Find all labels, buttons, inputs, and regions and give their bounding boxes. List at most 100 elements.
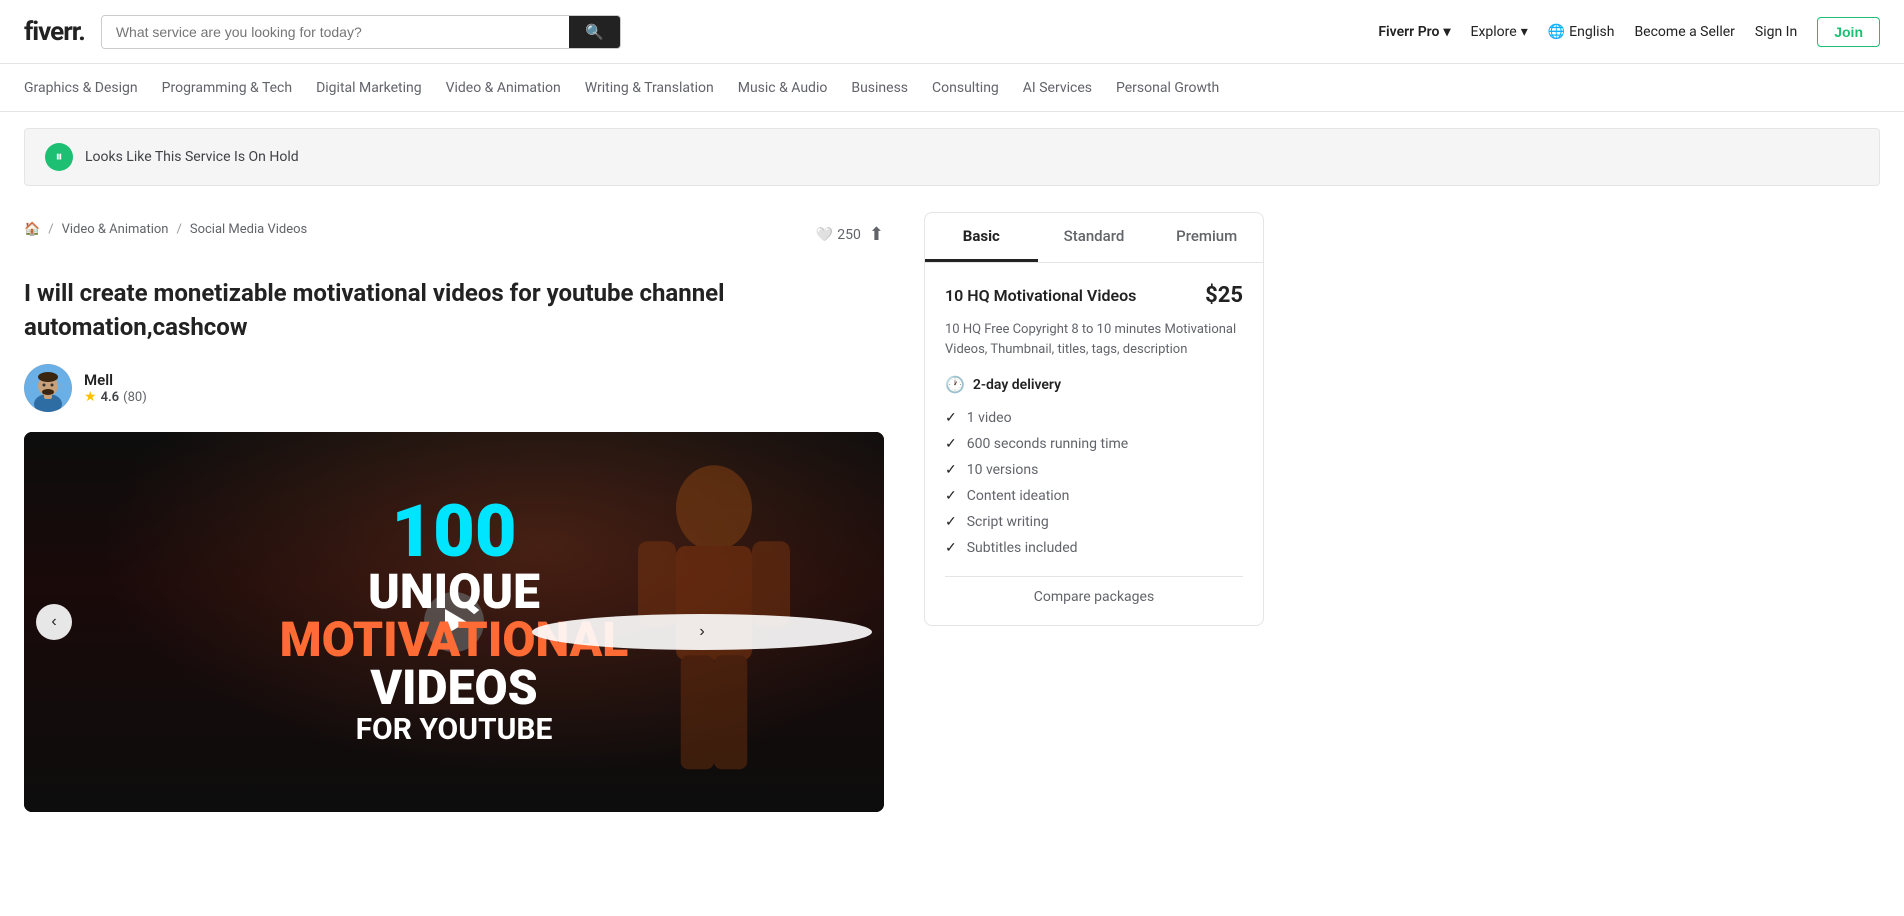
search-input[interactable] (102, 16, 569, 48)
package-content: 10 HQ Motivational Videos $25 10 HQ Free… (925, 263, 1263, 625)
banner-text: Looks Like This Service Is On Hold (85, 149, 299, 165)
header: fiverr. 🔍 Fiverr Pro ▾ Explore ▾ 🌐 Engli… (0, 0, 1904, 64)
feature-label: 600 seconds running time (967, 436, 1128, 452)
language-selector[interactable]: 🌐 English (1548, 24, 1615, 40)
feature-label: Content ideation (967, 488, 1070, 504)
gig-details: 🏠 / Video & Animation / Social Media Vid… (24, 202, 884, 812)
check-icon: ✓ (945, 540, 957, 556)
overlay-videos: VIDEOS (280, 664, 629, 712)
explore-link[interactable]: Explore ▾ (1470, 24, 1527, 40)
package-title: 10 HQ Motivational Videos (945, 286, 1136, 305)
seller-name[interactable]: Mell (84, 371, 147, 389)
feature-1-video: ✓ 1 video (945, 410, 1243, 426)
seller-row: Mell ★ 4.6 (80) (24, 364, 884, 412)
check-icon: ✓ (945, 410, 957, 426)
feature-label: Script writing (967, 514, 1049, 530)
feature-label: 10 versions (967, 462, 1039, 478)
heart-icon: 🤍 (816, 227, 833, 243)
breadcrumb: 🏠 / Video & Animation / Social Media Vid… (24, 222, 307, 237)
home-icon: 🏠 (24, 222, 40, 237)
chevron-left-icon: ‹ (51, 613, 56, 631)
nav-personal-growth[interactable]: Personal Growth (1116, 66, 1219, 110)
delivery-label: 2-day delivery (973, 377, 1061, 393)
package-description: 10 HQ Free Copyright 8 to 10 minutes Mot… (945, 320, 1243, 359)
lang-label: English (1569, 24, 1614, 40)
package-panel: Basic Standard Premium 10 HQ Motivationa… (924, 212, 1264, 812)
sign-in-link[interactable]: Sign In (1755, 24, 1797, 40)
compare-label: Compare packages (1034, 589, 1154, 605)
nav-business[interactable]: Business (851, 66, 908, 110)
compare-packages-link[interactable]: Compare packages (945, 576, 1243, 605)
feature-list: ✓ 1 video ✓ 600 seconds running time ✓ 1… (945, 410, 1243, 556)
seller-info: Mell ★ 4.6 (80) (84, 371, 147, 405)
nav-ai-services[interactable]: AI Services (1023, 66, 1092, 110)
fiverr-pro-label: Fiverr Pro (1378, 24, 1439, 40)
package-price: $25 (1205, 283, 1243, 308)
join-button[interactable]: Join (1817, 17, 1880, 47)
logo[interactable]: fiverr. (24, 17, 85, 47)
search-bar: 🔍 (101, 15, 621, 49)
tab-premium[interactable]: Premium (1150, 213, 1263, 262)
check-icon: ✓ (945, 514, 957, 530)
nav-graphics-design[interactable]: Graphics & Design (24, 66, 138, 110)
nav-writing-translation[interactable]: Writing & Translation (585, 66, 714, 110)
tab-basic[interactable]: Basic (925, 213, 1038, 262)
feature-content-ideation: ✓ Content ideation (945, 488, 1243, 504)
breadcrumb-row: 🏠 / Video & Animation / Social Media Vid… (24, 212, 884, 257)
check-icon: ✓ (945, 462, 957, 478)
like-number: 250 (837, 227, 861, 243)
nav-consulting[interactable]: Consulting (932, 66, 999, 110)
category-nav: Graphics & Design Programming & Tech Dig… (0, 64, 1904, 112)
slider-next-button[interactable]: › (532, 614, 872, 650)
overlay-100: 100 (280, 496, 629, 568)
share-icon[interactable]: ⬆ (869, 224, 884, 245)
header-nav: Fiverr Pro ▾ Explore ▾ 🌐 English Become … (1378, 17, 1880, 47)
main-content: 🏠 / Video & Animation / Social Media Vid… (0, 202, 1300, 812)
explore-label: Explore (1470, 24, 1516, 40)
globe-icon: 🌐 (1548, 24, 1565, 40)
clock-icon: 🕐 (945, 375, 965, 394)
package-tabs: Basic Standard Premium (925, 213, 1263, 263)
breadcrumb-video-animation[interactable]: Video & Animation (62, 222, 169, 237)
feature-label: Subtitles included (967, 540, 1078, 556)
nav-digital-marketing[interactable]: Digital Marketing (316, 66, 421, 110)
chevron-right-icon: › (699, 623, 704, 641)
logo-text: fiverr. (24, 17, 85, 47)
on-hold-banner: Looks Like This Service Is On Hold (24, 128, 1880, 186)
check-icon: ✓ (945, 436, 957, 452)
nav-programming-tech[interactable]: Programming & Tech (162, 66, 292, 110)
rating-value: 4.6 (101, 390, 120, 405)
feature-600-seconds: ✓ 600 seconds running time (945, 436, 1243, 452)
breadcrumb-social-media[interactable]: Social Media Videos (190, 222, 307, 237)
tab-standard[interactable]: Standard (1038, 213, 1151, 262)
nav-video-animation[interactable]: Video & Animation (446, 66, 561, 110)
review-count[interactable]: (80) (123, 390, 147, 405)
chevron-down-icon: ▾ (1443, 24, 1450, 40)
breadcrumb-home[interactable]: 🏠 (24, 222, 40, 237)
sign-in-label: Sign In (1755, 24, 1797, 40)
slider-prev-button[interactable]: ‹ (36, 604, 72, 640)
breadcrumb-sep-2: / (176, 222, 181, 237)
package-header: 10 HQ Motivational Videos $25 (945, 283, 1243, 308)
nav-music-audio[interactable]: Music & Audio (738, 66, 828, 110)
like-share-row: 🤍 250 ⬆ (816, 224, 884, 245)
feature-label: 1 video (967, 410, 1012, 426)
gig-title: I will create monetizable motivational v… (24, 277, 884, 344)
like-count[interactable]: 🤍 250 (816, 227, 861, 243)
media-slider: 100 UNIQUE MOTIVATIONAL VIDEOS FOR YOUTU… (24, 432, 884, 812)
pause-icon (45, 143, 73, 171)
feature-10-versions: ✓ 10 versions (945, 462, 1243, 478)
star-icon: ★ (84, 389, 97, 405)
check-icon: ✓ (945, 488, 957, 504)
feature-subtitles: ✓ Subtitles included (945, 540, 1243, 556)
feature-script-writing: ✓ Script writing (945, 514, 1243, 530)
search-icon: 🔍 (585, 24, 604, 41)
search-button[interactable]: 🔍 (569, 16, 620, 48)
overlay-for-youtube: FOR YOUTUBE (280, 712, 629, 748)
overlay-unique: UNIQUE (280, 568, 629, 616)
chevron-down-icon-explore: ▾ (1521, 24, 1528, 40)
fiverr-pro-link[interactable]: Fiverr Pro ▾ (1378, 24, 1450, 40)
become-seller-link[interactable]: Become a Seller (1634, 24, 1734, 40)
avatar[interactable] (24, 364, 72, 412)
delivery-row: 🕐 2-day delivery (945, 375, 1243, 394)
